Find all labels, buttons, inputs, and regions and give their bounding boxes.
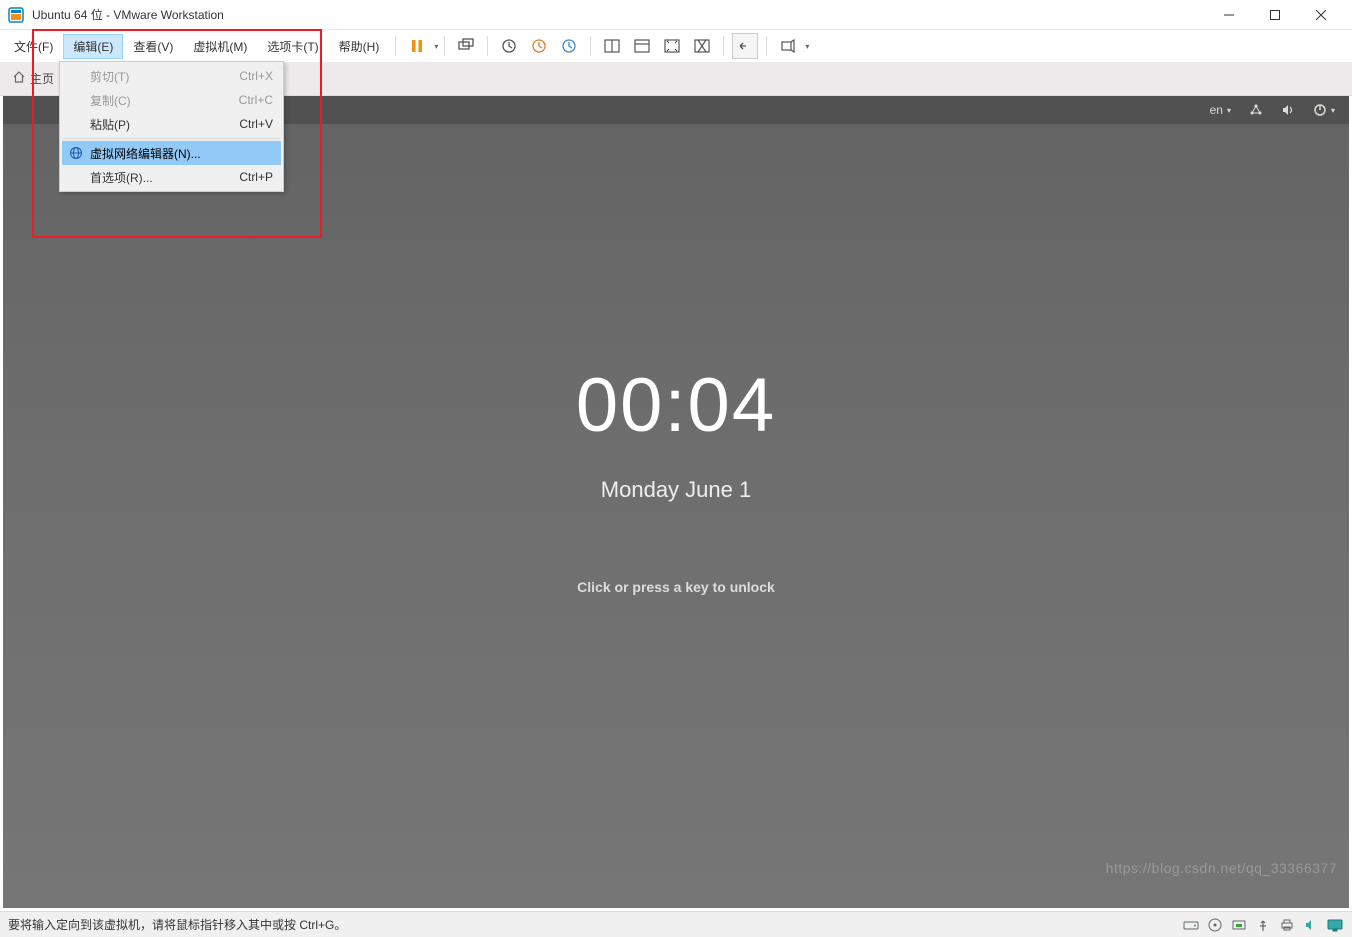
chevron-down-icon: ▾ [1331, 106, 1335, 115]
menubar: 文件(F) 编辑(E) 查看(V) 虚拟机(M) 选项卡(T) 帮助(H) ▾ … [0, 30, 1352, 62]
view-console-button[interactable] [629, 33, 655, 59]
menu-item-shortcut: Ctrl+P [239, 170, 273, 184]
window-titlebar: Ubuntu 64 位 - VMware Workstation [0, 0, 1352, 30]
volume-icon[interactable] [1281, 103, 1295, 117]
statusbar: 要将输入定向到该虚拟机，请将鼠标指针移入其中或按 Ctrl+G。 [0, 911, 1352, 937]
menu-vm[interactable]: 虚拟机(M) [183, 34, 257, 59]
menu-item-label: 粘贴(P) [90, 116, 130, 133]
sound-card-icon[interactable] [1302, 917, 1320, 933]
menu-item-copy[interactable]: 复制(C) Ctrl+C [62, 88, 281, 112]
vm-guest-display[interactable]: en ▾ ▾ 00:04 Monday June 1 Click or pres… [3, 96, 1349, 908]
usb-icon[interactable] [1254, 917, 1272, 933]
lock-screen-center: 00:04 Monday June 1 Click or press a key… [576, 362, 776, 595]
separator [487, 36, 488, 56]
menu-item-label: 复制(C) [90, 92, 131, 109]
menu-item-label: 剪切(T) [90, 68, 129, 85]
separator [766, 36, 767, 56]
language-indicator[interactable]: en ▾ [1210, 103, 1231, 117]
menu-item-shortcut: Ctrl+X [239, 69, 273, 83]
menu-tabs[interactable]: 选项卡(T) [257, 34, 328, 59]
network-adapter-icon[interactable] [1230, 917, 1248, 933]
maximize-button[interactable] [1252, 0, 1298, 30]
menu-item-label: 虚拟网络编辑器(N)... [90, 145, 201, 162]
lock-hint: Click or press a key to unlock [576, 579, 776, 595]
globe-icon [68, 145, 84, 161]
menu-edit[interactable]: 编辑(E) [63, 34, 123, 59]
watermark: https://blog.csdn.net/qq_33366377 [1106, 860, 1337, 876]
menu-item-shortcut: Ctrl+C [239, 93, 273, 107]
menu-file[interactable]: 文件(F) [4, 34, 63, 59]
separator [590, 36, 591, 56]
cycle-windows-button[interactable] [775, 33, 801, 59]
language-label: en [1210, 103, 1223, 117]
network-icon[interactable] [1249, 103, 1263, 117]
chevron-down-icon[interactable]: ▾ [434, 42, 438, 51]
pause-button[interactable] [404, 33, 430, 59]
menu-view[interactable]: 查看(V) [123, 34, 183, 59]
menu-item-virtual-network-editor[interactable]: 虚拟网络编辑器(N)... [62, 141, 281, 165]
lock-date: Monday June 1 [576, 477, 776, 503]
minimize-button[interactable] [1206, 0, 1252, 30]
printer-icon[interactable] [1278, 917, 1296, 933]
power-icon[interactable]: ▾ [1313, 103, 1335, 117]
snapshot-button[interactable] [496, 33, 522, 59]
hdd-icon[interactable] [1182, 917, 1200, 933]
menu-item-paste[interactable]: 粘贴(P) Ctrl+V [62, 112, 281, 136]
view-single-button[interactable] [599, 33, 625, 59]
window-controls [1206, 0, 1344, 30]
send-ctrl-alt-del-button[interactable] [453, 33, 479, 59]
fullscreen-button[interactable] [659, 33, 685, 59]
app-icon [8, 7, 24, 23]
separator [63, 138, 280, 139]
menu-item-shortcut: Ctrl+V [239, 117, 273, 131]
menu-item-label: 首选项(R)... [90, 169, 153, 186]
statusbar-device-icons [1182, 917, 1344, 933]
home-icon [12, 70, 26, 87]
menu-item-preferences[interactable]: 首选项(R)... Ctrl+P [62, 165, 281, 189]
window-title: Ubuntu 64 位 - VMware Workstation [32, 6, 1206, 23]
separator [723, 36, 724, 56]
separator [395, 36, 396, 56]
stretch-guest-button[interactable] [732, 33, 758, 59]
revert-snapshot-button[interactable] [526, 33, 552, 59]
cd-icon[interactable] [1206, 917, 1224, 933]
menu-item-cut[interactable]: 剪切(T) Ctrl+X [62, 64, 281, 88]
chevron-down-icon: ▾ [1227, 106, 1231, 115]
display-icon[interactable] [1326, 917, 1344, 933]
tab-home[interactable]: 主页 [4, 66, 62, 91]
chevron-down-icon[interactable]: ▾ [805, 42, 809, 51]
close-button[interactable] [1298, 0, 1344, 30]
edit-dropdown-menu: 剪切(T) Ctrl+X 复制(C) Ctrl+C 粘贴(P) Ctrl+V 虚… [59, 61, 284, 192]
tab-home-label: 主页 [30, 70, 54, 87]
manage-snapshot-button[interactable] [556, 33, 582, 59]
lock-time: 00:04 [576, 362, 776, 449]
statusbar-text: 要将输入定向到该虚拟机，请将鼠标指针移入其中或按 Ctrl+G。 [8, 916, 346, 933]
unity-button[interactable] [689, 33, 715, 59]
menu-help[interactable]: 帮助(H) [329, 34, 390, 59]
separator [444, 36, 445, 56]
